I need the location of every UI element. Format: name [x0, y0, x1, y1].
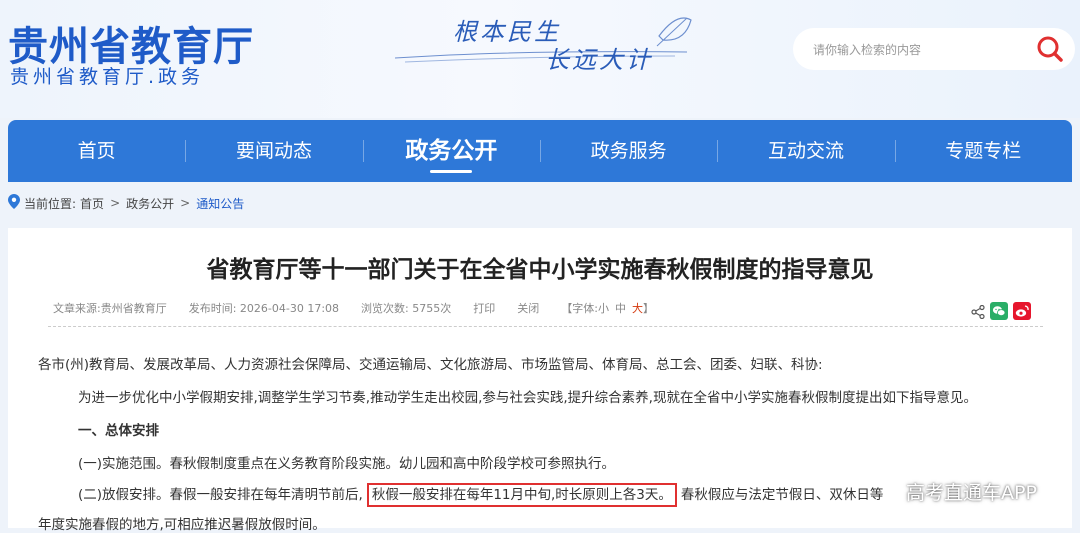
wechat-icon[interactable]	[990, 302, 1008, 324]
breadcrumb-home[interactable]: 首页	[80, 195, 104, 212]
site-logo-subtitle: 贵州省教育厅.政务	[10, 66, 205, 88]
slogan-line-2: 长远大计	[545, 46, 653, 74]
breadcrumb-separator: >	[110, 196, 121, 210]
font-size-small[interactable]: 小	[598, 302, 609, 315]
article-panel: 省教育厅等十一部门关于在全省中小学实施春秋假制度的指导意见 文章来源:贵州省教育…	[8, 228, 1072, 533]
item-2-text-start: (二)放假安排。春假一般安排在每年清明节前后,	[78, 487, 363, 503]
breadcrumb-gov-affairs[interactable]: 政务公开	[126, 195, 174, 212]
font-size-end: 】	[642, 302, 654, 315]
share-icon[interactable]	[971, 304, 985, 323]
search-icon[interactable]	[1035, 34, 1065, 64]
article-intro: 为进一步优化中小学假期安排,调整学生学习节奏,推动学生走出校园,参与社会实践,提…	[78, 390, 977, 406]
nav-item-gov-affairs[interactable]: 政务公开	[362, 120, 540, 182]
article-salutation: 各市(州)教育局、发展改革局、人力资源社会保障局、交通运输局、文化旅游局、市场监…	[38, 357, 823, 373]
active-nav-indicator	[430, 170, 473, 173]
section-heading: 一、总体安排	[78, 423, 159, 439]
meta-divider	[48, 326, 1043, 327]
font-size-control: 【字体:小中大】	[561, 300, 654, 316]
article-item-2-continued: 年度实施春假的地方,可相应推迟暑假放假时间。	[38, 517, 326, 533]
article-publish-time: 发布时间: 2026-04-30 17:08	[188, 302, 340, 315]
article-item-2: (二)放假安排。春假一般安排在每年清明节前后, 秋假一般安排在每年11月中旬,时长…	[78, 483, 884, 507]
close-link[interactable]: 关闭	[517, 300, 539, 316]
nav-item-interaction[interactable]: 互动交流	[717, 120, 894, 182]
font-size-label: 【字体:	[561, 302, 598, 315]
weibo-icon[interactable]	[1013, 302, 1031, 324]
nav-label: 专题专栏	[945, 140, 1022, 162]
breadcrumb-notices[interactable]: 通知公告	[196, 195, 244, 212]
highlighted-text: 秋假一般安排在每年11月中旬,时长原则上各3天。	[366, 483, 677, 507]
location-pin-icon	[8, 194, 20, 212]
share-bar	[971, 302, 1031, 324]
nav-item-news[interactable]: 要闻动态	[185, 120, 362, 182]
article-title: 省教育厅等十一部门关于在全省中小学实施春秋假制度的指导意见	[206, 257, 874, 283]
breadcrumb-separator: >	[180, 196, 191, 210]
nav-label: 要闻动态	[235, 140, 312, 162]
site-header: 贵州省教育厅 贵州省教育厅.政务 根本民生 长远大计	[0, 0, 1080, 118]
font-size-medium[interactable]: 中	[615, 302, 626, 315]
item-2-text-end: 春秋假应与法定节假日、双休日等	[680, 487, 884, 503]
nav-label: 政务服务	[590, 140, 667, 162]
search-box	[793, 28, 1075, 70]
article-item-1: (一)实施范围。春秋假制度重点在义务教育阶段实施。幼儿园和高中阶段学校可参照执行…	[78, 456, 616, 472]
breadcrumb-prefix: 当前位置:	[24, 196, 77, 211]
print-link[interactable]: 打印	[473, 300, 495, 316]
main-nav: 首页 要闻动态 政务公开 政务服务 互动交流 专题专栏	[8, 120, 1072, 182]
watermark: 高考直通车APP	[906, 482, 1037, 504]
article-meta: 文章来源:贵州省教育厅 发布时间: 2026-04-30 17:08 浏览次数:…	[53, 300, 654, 316]
nav-item-home[interactable]: 首页	[8, 120, 185, 182]
search-input[interactable]	[811, 36, 1035, 64]
nav-label: 首页	[77, 140, 116, 162]
slogan-banner: 根本民生 长远大计	[395, 6, 695, 86]
nav-label: 互动交流	[767, 140, 844, 162]
article-source: 文章来源:贵州省教育厅	[53, 302, 167, 315]
font-size-large[interactable]: 大	[632, 302, 643, 315]
breadcrumb: 当前位置: 首页 > 政务公开 > 通知公告	[8, 193, 244, 213]
nav-label: 政务公开	[405, 138, 498, 164]
article-views: 浏览次数: 5755次	[361, 302, 452, 315]
nav-item-services[interactable]: 政务服务	[539, 120, 717, 182]
nav-item-topics[interactable]: 专题专栏	[894, 120, 1072, 182]
